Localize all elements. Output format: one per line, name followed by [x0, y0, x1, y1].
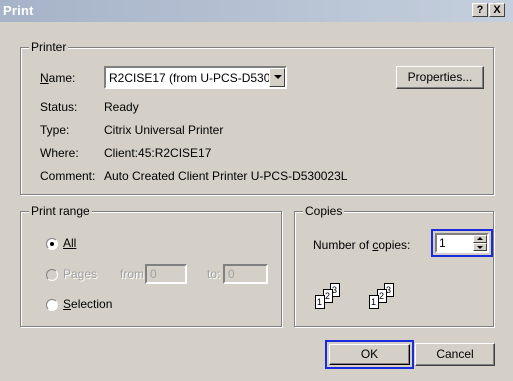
ok-label: OK	[360, 347, 379, 361]
spin-up-icon[interactable]	[473, 235, 487, 243]
cancel-button[interactable]: Cancel	[415, 343, 495, 366]
copies-spinner[interactable]: 1	[435, 233, 489, 253]
copies-value: 1	[439, 236, 446, 250]
title-bar[interactable]: Print ? X	[0, 0, 513, 22]
comment-label: Comment:	[40, 169, 96, 183]
chevron-down-icon[interactable]	[269, 68, 285, 87]
from-input[interactable]: 0	[145, 264, 187, 284]
properties-button[interactable]: Properties...	[396, 66, 484, 89]
radio-selection[interactable]	[46, 299, 58, 311]
copies-highlight: 1	[431, 229, 493, 257]
to-label: to:	[207, 267, 221, 281]
close-button[interactable]: X	[489, 3, 505, 17]
copies-legend: Copies	[303, 204, 345, 218]
radio-selected-dot	[50, 242, 54, 246]
ok-button[interactable]: OK	[329, 344, 410, 365]
from-label: from:	[120, 267, 148, 281]
status-label: Status:	[40, 100, 78, 114]
radio-pages-label[interactable]: Pages	[63, 267, 97, 281]
printer-name-select[interactable]: R2CISE17 (from U-PCS-D530023L) in sessi	[104, 66, 287, 89]
window-title: Print	[3, 3, 34, 18]
radio-pages[interactable]	[46, 269, 58, 281]
cancel-label: Cancel	[436, 347, 474, 361]
print-range-legend: Print range	[29, 204, 92, 218]
radio-selection-label[interactable]: Selection	[63, 297, 112, 311]
radio-all-label[interactable]: All	[63, 236, 76, 250]
radio-all-text: All	[63, 236, 77, 250]
printer-name-value: R2CISE17 (from U-PCS-D530023L) in sessi	[109, 71, 269, 85]
collate-page-1: 1	[315, 295, 325, 309]
collate-page-1b: 1	[369, 295, 379, 309]
help-button[interactable]: ?	[472, 3, 488, 17]
status-value: Ready	[104, 100, 139, 114]
comment-value: Auto Created Client Printer U-PCS-D53002…	[104, 169, 348, 183]
type-label: Type:	[40, 123, 70, 137]
where-label: Where:	[40, 146, 79, 160]
spin-down-icon[interactable]	[473, 243, 487, 251]
type-value: Citrix Universal Printer	[104, 123, 224, 137]
print-dialog: Print ? X Printer Name: R2CISE17 (from U…	[0, 0, 513, 381]
spinner-buttons	[473, 235, 487, 251]
where-value: Client:45:R2CISE17	[104, 146, 212, 160]
printer-legend: Printer	[29, 40, 69, 54]
properties-label: Properties...	[407, 70, 473, 84]
ok-highlight: OK	[325, 340, 414, 369]
radio-all[interactable]	[46, 238, 58, 250]
name-label: Name:	[40, 71, 76, 85]
to-input[interactable]: 0	[223, 264, 268, 284]
to-value: 0	[228, 267, 235, 281]
from-value: 0	[150, 267, 157, 281]
number-of-copies-label: Number of copies:	[313, 238, 411, 252]
